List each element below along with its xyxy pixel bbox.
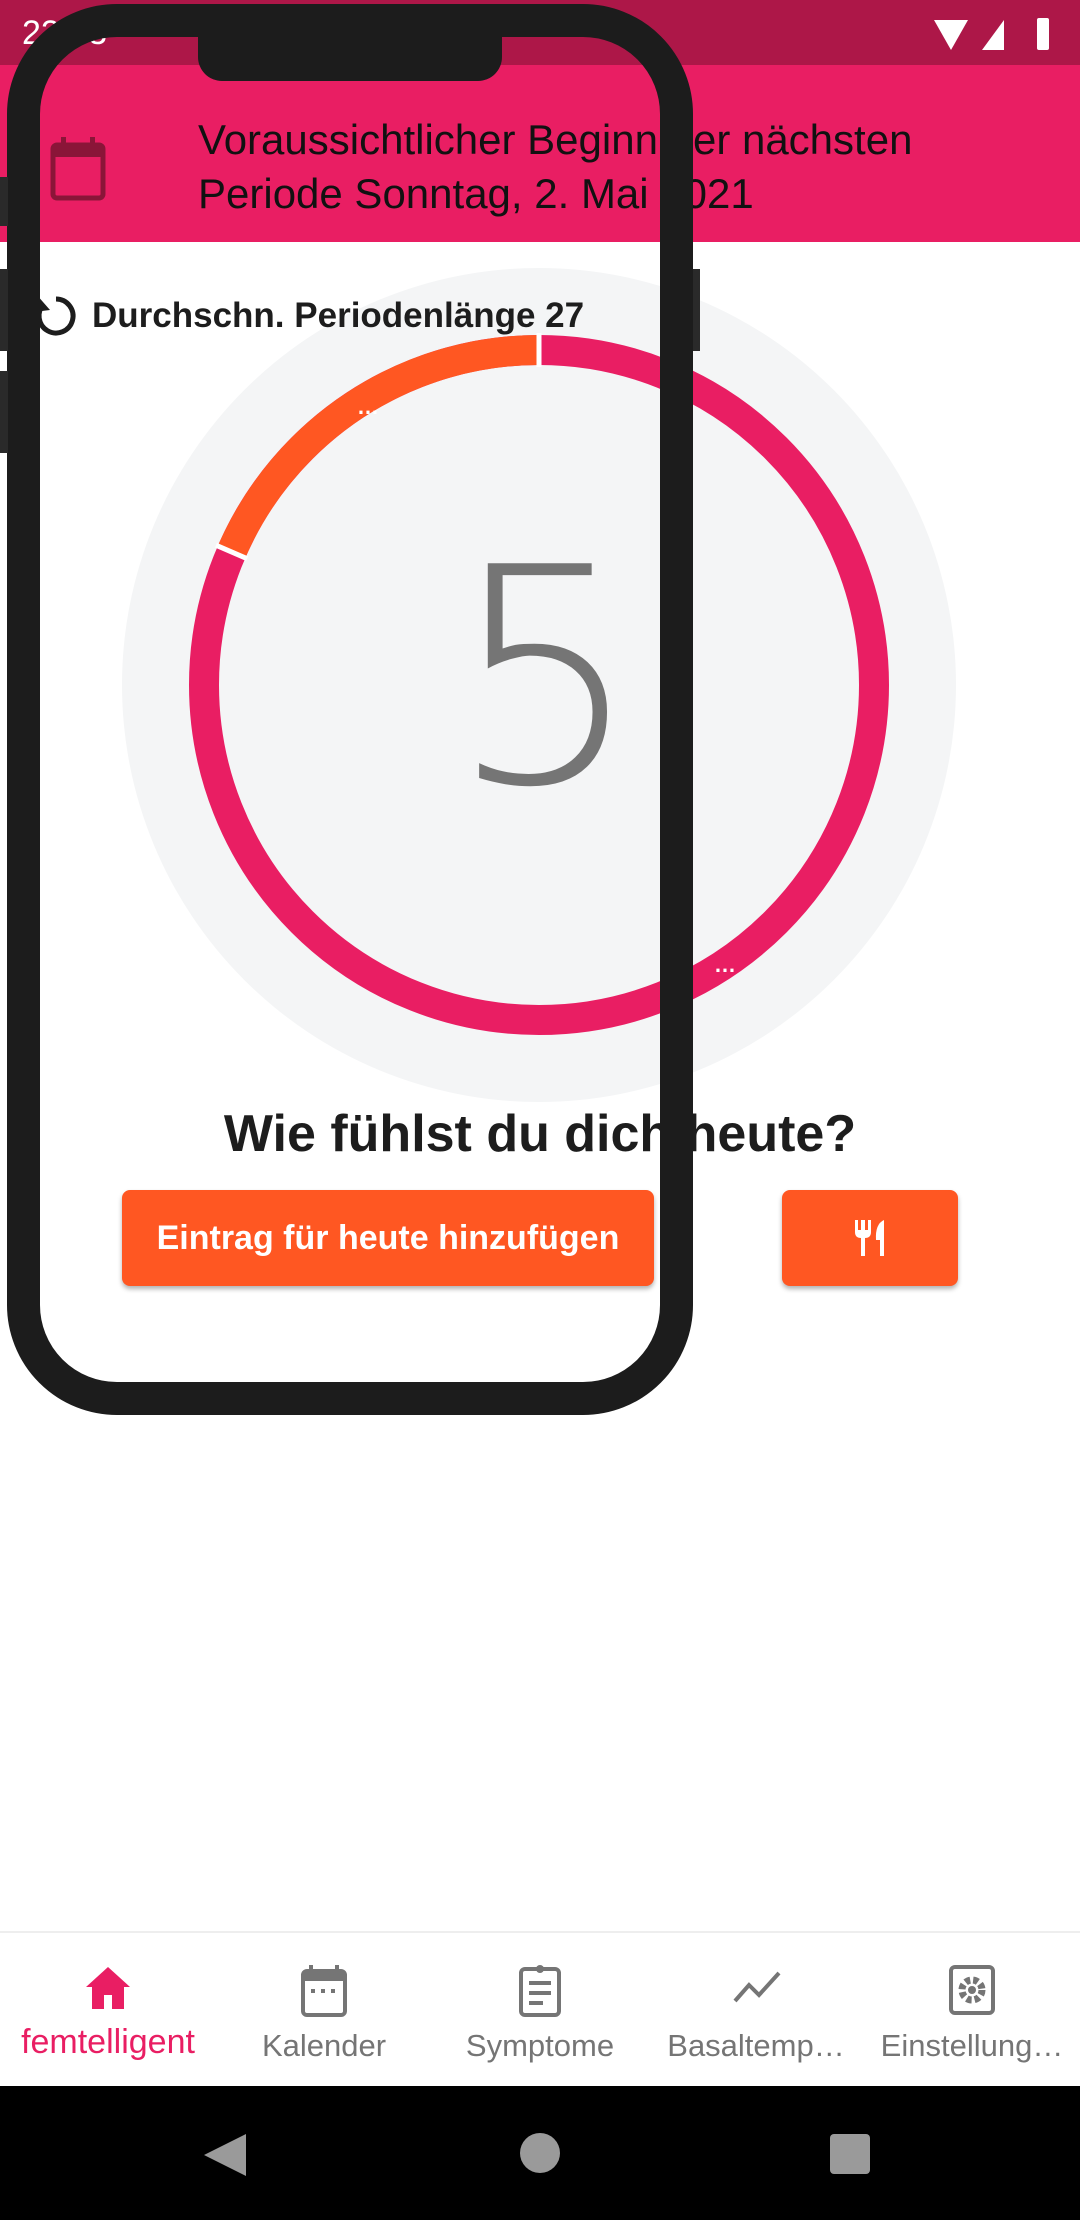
nav-item-calendar[interactable]: Kalender <box>216 1933 432 2088</box>
nav-item-home[interactable]: femtelligent <box>0 1933 216 2088</box>
cycle-more-dots[interactable]: … <box>714 952 736 977</box>
nav-item-basal-temp[interactable]: Basaltemp… <box>648 1933 864 2088</box>
clipboard-icon <box>519 1965 561 2017</box>
bottom-navigation: femtelligent Kalender Symptome Basaltemp… <box>0 1931 1080 2086</box>
nav-label: Basaltemp… <box>667 2028 845 2063</box>
home-circle-icon[interactable] <box>519 2132 561 2174</box>
food-button[interactable] <box>782 1190 958 1286</box>
settings-icon <box>949 1965 995 2015</box>
phone-frame-overlay <box>7 4 693 1415</box>
nav-label: Einstellung… <box>880 2028 1064 2063</box>
phone-side-button <box>0 269 8 351</box>
battery-icon <box>1037 18 1049 50</box>
nav-label: Kalender <box>261 2028 387 2063</box>
signal-icon <box>982 20 1004 50</box>
nav-label: femtelligent <box>21 2023 195 2061</box>
recents-icon[interactable] <box>829 2133 871 2175</box>
wifi-icon <box>934 20 968 50</box>
system-navigation-bar <box>0 2086 1080 2220</box>
fork-knife-icon <box>855 1220 884 1256</box>
phone-notch <box>198 30 502 81</box>
status-icons <box>934 18 1049 50</box>
chart-line-icon <box>733 1971 781 2003</box>
nav-label: Symptome <box>465 2028 615 2063</box>
phone-side-button <box>0 371 8 453</box>
calendar-icon <box>301 1965 347 2017</box>
phone-side-button <box>0 177 8 226</box>
home-icon <box>86 1967 130 2009</box>
nav-item-symptoms[interactable]: Symptome <box>432 1933 648 2088</box>
phone-side-button <box>693 269 700 351</box>
back-icon[interactable] <box>200 2132 250 2178</box>
nav-item-settings[interactable]: Einstellung… <box>864 1933 1080 2088</box>
